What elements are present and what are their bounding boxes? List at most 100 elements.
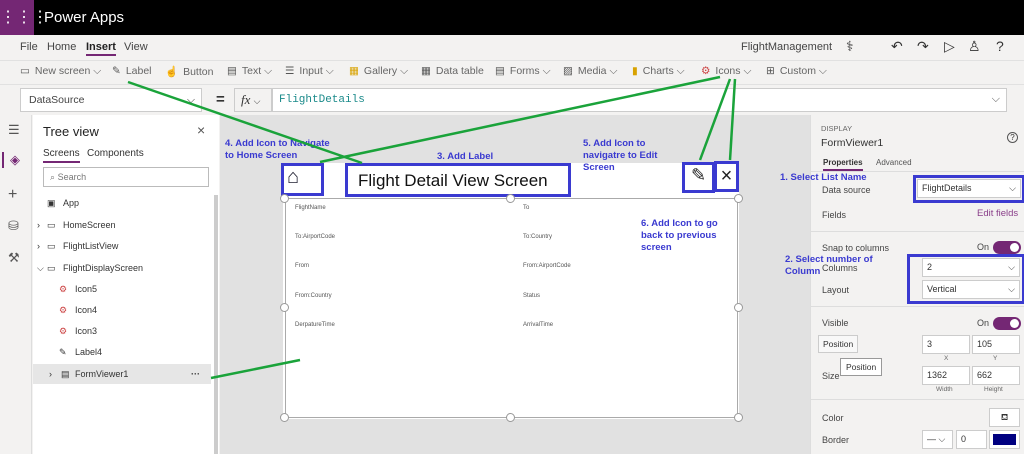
icons-button[interactable]: ⚙ Icons ⌵ (701, 65, 751, 78)
layout-dropdown[interactable]: Vertical ⌵ (922, 280, 1020, 299)
data-table-button[interactable]: ▦ Data table (421, 65, 484, 77)
tree-item-formviewer1[interactable]: › ▤ FormViewer1 ··· (33, 364, 211, 384)
tree-item-homescreen[interactable]: › ▭ HomeScreen (33, 215, 213, 235)
menu-file[interactable]: File (20, 41, 38, 53)
menu-home[interactable]: Home (47, 41, 76, 53)
expand-icon[interactable]: ⌵ (992, 94, 1000, 106)
data-table-label: Data table (435, 65, 484, 77)
resize-handle[interactable] (734, 413, 743, 422)
tab-properties[interactable]: Properties (823, 158, 863, 171)
app-title: Power Apps (44, 9, 125, 26)
hamburger-icon[interactable]: ☰ (8, 122, 20, 138)
snap-value: On (977, 242, 990, 252)
fields-label: Fields (822, 210, 847, 220)
chevron-right-icon[interactable]: › (37, 215, 40, 235)
resize-handle[interactable] (280, 413, 289, 422)
width-input[interactable]: 1362 (922, 366, 970, 385)
tree-item-label: Label4 (75, 347, 103, 357)
color-picker[interactable]: ⛾ (989, 408, 1020, 427)
close-icon[interactable]: × (197, 122, 205, 138)
chevron-down-icon[interactable]: ⌵ (37, 258, 44, 278)
border-color-picker[interactable] (989, 430, 1020, 449)
formula-input[interactable]: FlightDetails ⌵ (272, 88, 1007, 112)
advanced-tools-icon[interactable]: ⚒ (8, 250, 20, 266)
tree-item-icon4[interactable]: ⚙ Icon4 (45, 300, 225, 320)
close-icon[interactable]: × (714, 161, 739, 192)
play-icon[interactable]: ▷ (944, 38, 955, 55)
chevron-right-icon[interactable]: › (37, 236, 40, 256)
screen-title-label[interactable]: Flight Detail View Screen (345, 163, 571, 197)
home-icon[interactable]: ⌂ (281, 163, 324, 196)
edit-icon[interactable]: ✎ (682, 162, 715, 193)
field-label: From:Country (295, 293, 332, 299)
database-icon[interactable]: ⛁ (8, 218, 19, 234)
chevron-right-icon[interactable]: › (49, 364, 52, 384)
tree-item-flightlistview[interactable]: › ▭ FlightListView (33, 236, 213, 256)
equals-sign: = (216, 91, 225, 108)
x-input[interactable]: 3 (922, 335, 970, 354)
columns-dropdown[interactable]: 2 ⌵ (922, 258, 1020, 277)
custom-button[interactable]: ⊞ Custom ⌵ (766, 65, 827, 78)
field-label: To:AirportCode (295, 234, 336, 240)
tab-screens[interactable]: Screens (43, 148, 80, 163)
tree-item-label4[interactable]: ✎ Label4 (45, 342, 225, 362)
charts-button[interactable]: ▮ Charts ⌵ (632, 65, 685, 78)
forms-button[interactable]: ▤ Forms ⌵ (495, 65, 551, 78)
field-label: DerpatureTime (295, 322, 335, 328)
data-source-dropdown[interactable]: FlightDetails ⌵ (917, 179, 1021, 198)
label-button[interactable]: ✎ Label (112, 65, 152, 77)
help-icon[interactable]: ? (996, 38, 1004, 54)
more-options-icon[interactable]: ··· (191, 364, 200, 384)
share-user-icon[interactable]: ♙ (968, 38, 981, 55)
resize-handle[interactable] (734, 303, 743, 312)
menu-insert[interactable]: Insert (86, 41, 116, 56)
gallery-button[interactable]: ▦ Gallery ⌵ (349, 65, 408, 78)
tree-scrollbar[interactable] (214, 195, 218, 454)
visible-toggle[interactable] (993, 317, 1021, 330)
button-button[interactable]: ☝ Button (165, 65, 213, 78)
resize-handle[interactable] (506, 194, 515, 203)
app-checker-icon[interactable]: ⚕ (846, 38, 854, 55)
tab-advanced[interactable]: Advanced (876, 158, 912, 167)
resize-handle[interactable] (280, 303, 289, 312)
plus-icon[interactable]: + (8, 186, 17, 204)
y-label: Y (993, 355, 998, 362)
visible-label: Visible (822, 318, 849, 328)
edit-fields-link[interactable]: Edit fields (977, 208, 1018, 219)
top-bar (0, 0, 1024, 35)
resize-handle[interactable] (506, 413, 515, 422)
text-button[interactable]: ▤ Text ⌵ (227, 65, 272, 78)
layers-icon[interactable]: ◈ (2, 152, 20, 168)
tree-item-flightdisplayscreen[interactable]: ⌵ ▭ FlightDisplayScreen (33, 258, 213, 278)
height-input[interactable]: 662 (972, 366, 1020, 385)
help-icon[interactable]: ? (1007, 132, 1018, 143)
height-label: Height (984, 386, 1003, 393)
border-width-input[interactable]: 0 (956, 430, 987, 449)
new-screen-button[interactable]: ▭ New screen ⌵ (20, 65, 101, 78)
tree-item-app[interactable]: ▣ App (33, 193, 213, 213)
tree-item-icon5[interactable]: ⚙ Icon5 (45, 279, 225, 299)
resize-handle[interactable] (734, 194, 743, 203)
search-input[interactable]: ⌕ Search (43, 167, 209, 187)
menu-view[interactable]: View (124, 41, 148, 53)
media-button[interactable]: ▨ Media ⌵ (563, 65, 617, 78)
undo-icon[interactable]: ↶ (891, 38, 903, 55)
input-button[interactable]: ☰ Input ⌵ (285, 65, 334, 78)
property-dropdown[interactable]: DataSource ⌵ (20, 88, 202, 112)
border-style-dropdown[interactable]: — ⌵ (922, 430, 953, 449)
chevron-down-icon: ⌵ (1009, 183, 1016, 193)
redo-icon[interactable]: ↷ (917, 38, 929, 55)
tree-item-label: App (63, 198, 80, 208)
snap-toggle[interactable] (993, 241, 1021, 254)
visible-value: On (977, 318, 990, 328)
y-input[interactable]: 105 (972, 335, 1020, 354)
resize-handle[interactable] (280, 194, 289, 203)
position-button[interactable]: Position (818, 335, 859, 353)
fx-button[interactable]: fx ⌵ (234, 88, 272, 112)
tree-item-icon3[interactable]: ⚙ Icon3 (45, 321, 225, 341)
field-label: FlightName (295, 205, 326, 211)
data-source-value: FlightDetails (922, 183, 972, 193)
waffle-icon[interactable]: ⋮⋮⋮ (0, 0, 48, 35)
field-label: To:Country (523, 234, 553, 240)
tab-components[interactable]: Components (87, 148, 144, 159)
